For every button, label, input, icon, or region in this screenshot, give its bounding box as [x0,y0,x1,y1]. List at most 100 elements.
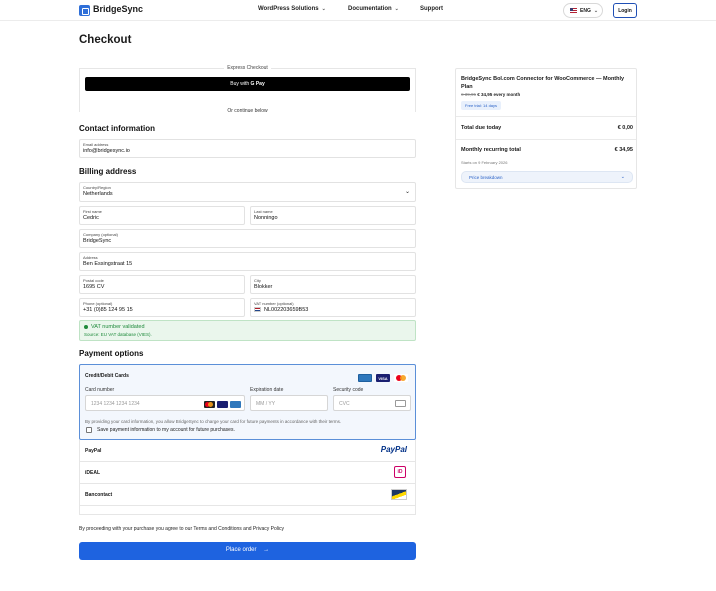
cvc-placeholder: CVC [339,401,350,407]
language-code: ENG [580,8,591,14]
recurring-total-value: € 34,95 [614,147,633,153]
card-option-title: Credit/Debit Cards [85,373,129,379]
nav-label: Documentation [348,6,392,12]
save-payment-checkbox[interactable] [86,427,92,433]
start-date-text: Starts on 9 February 2026 [461,160,508,165]
order-summary: BridgeSync Bol.com Connector for WooComm… [455,68,637,189]
city-value: Blokker [254,284,273,290]
ideal-option[interactable]: iDEAL iD [79,462,416,484]
place-order-button[interactable]: Place order → [79,542,416,560]
top-navigation: BridgeSync WordPress Solutions ⌄ Document… [0,0,716,21]
mastercard-icon [204,401,215,408]
postal-code-value: 1695 CV [83,284,105,290]
vat-number-field[interactable]: VAT number (optional) NL002203659B53 [250,298,416,317]
company-field[interactable]: Company (optional) BridgeSync [79,229,416,248]
card-number-input[interactable]: 1234 1234 1234 1234 [85,395,245,411]
vat-source-text: Source: EU VAT database (VIES). [84,332,152,337]
vat-number-value: NL002203659B53 [264,307,309,313]
nav-support[interactable]: Support [420,6,443,12]
express-checkout-label: Express Checkout [80,65,415,71]
chevron-down-icon: ⌄ [404,189,410,195]
company-value: BridgeSync [83,238,112,244]
bancontact-option[interactable]: Bancontact [79,484,416,506]
product-title: BridgeSync Bol.com Connector for WooComm… [461,76,625,90]
mastercard-icon [394,374,408,382]
cvc-card-icon [395,400,406,407]
total-today-value: € 0,00 [617,125,633,131]
chevron-down-icon: ⌄ [321,6,326,12]
country-select[interactable]: Country/Region Netherlands ⌄ [79,182,416,202]
vat-number-value-wrap: NL002203659B53 [254,307,308,313]
paypal-option-label: PayPal [85,448,102,454]
product-price: € 39,95 € 34,95 every month [461,92,520,97]
city-label: City [254,278,261,283]
email-value: info@bridgesync.io [83,148,130,154]
bridgesync-logo-icon[interactable] [79,5,90,16]
city-field[interactable]: City Blokker [250,275,416,294]
billing-heading: Billing address [79,167,137,176]
company-label: Company (optional) [83,232,118,237]
postal-code-field[interactable]: Postal code 1695 CV [79,275,245,294]
address-field[interactable]: Address Ben Essingstraat 15 [79,252,416,271]
phone-label: Phone (optional) [83,301,113,306]
netherlands-flag-icon [254,307,261,313]
login-button[interactable]: Login [613,3,637,18]
nav-label: WordPress Solutions [258,6,319,12]
arrow-right-icon: → [263,547,270,553]
ideal-option-label: iDEAL [85,470,100,476]
page-title: Checkout [79,34,132,46]
summary-divider [456,116,636,117]
first-name-field[interactable]: First name Cedric [79,206,245,225]
amex-icon [358,374,372,382]
address-value: Ben Essingstraat 15 [83,261,133,267]
cvc-input[interactable]: CVC [333,395,411,411]
price-breakdown-toggle[interactable]: Price breakdown ⌄ [461,171,633,183]
phone-value: +31 (0)85 124 95 15 [83,307,133,313]
expiry-input[interactable]: MM / YY [250,395,328,411]
email-field[interactable]: Email address info@bridgesync.io [79,139,416,158]
nav-label: Support [420,6,443,12]
cvc-label: Security code [333,387,364,393]
first-name-value: Cedric [83,215,99,221]
google-pay-button[interactable]: Buy with G Pay [85,77,410,91]
gpay-logo-icon: G Pay [250,81,265,87]
save-payment-label[interactable]: Save payment information to my account f… [97,427,235,433]
paypal-option[interactable]: PayPal PayPal [79,440,416,462]
nav-documentation[interactable]: Documentation ⌄ [348,6,399,12]
country-value: Netherlands [83,191,113,197]
brand-name[interactable]: BridgeSync [93,4,143,14]
nav-wordpress-solutions[interactable]: WordPress Solutions ⌄ [258,6,326,12]
vat-validated-text: VAT number validated [84,324,145,330]
summary-divider [456,139,636,140]
vat-validated-notice: VAT number validated Source: EU VAT data… [79,320,416,341]
payment-options-footer [79,506,416,515]
place-order-label: Place order [225,547,257,553]
last-name-field[interactable]: Last name Nonningo [250,206,416,225]
chevron-down-icon: ⌄ [394,6,399,12]
gpay-prefix: Buy with [230,81,250,87]
amex-icon [230,401,241,408]
card-payment-option[interactable]: Credit/Debit Cards VISA Card number 1234… [79,364,416,440]
chevron-down-icon: ⌄ [593,8,599,14]
expiry-label: Expiration date [250,387,284,393]
vat-number-label: VAT number (optional) [254,301,294,306]
ideal-logo-icon: iD [394,466,406,478]
language-selector[interactable]: ENG ⌄ [563,3,603,18]
address-label: Address [83,255,98,260]
phone-field[interactable]: Phone (optional) +31 (0)85 124 95 15 [79,298,245,317]
card-number-placeholder: 1234 1234 1234 1234 [91,401,140,407]
visa-icon: VISA [376,374,390,382]
recurring-total-row: Monthly recurring total € 34,95 [461,147,633,153]
contact-heading: Contact information [79,124,155,133]
bancontact-option-label: Bancontact [85,492,113,498]
check-circle-icon [84,324,88,329]
payment-heading: Payment options [79,349,144,358]
paypal-logo-icon: PayPal [380,445,407,454]
card-number-label: Card number [85,387,115,393]
bancontact-logo-icon [391,489,407,500]
old-price: € 39,95 [461,92,477,97]
last-name-value: Nonningo [254,215,278,221]
chevron-down-icon: ⌄ [620,174,625,180]
us-flag-icon [570,8,577,14]
trial-badge: Free trial: 14 days [461,101,502,110]
